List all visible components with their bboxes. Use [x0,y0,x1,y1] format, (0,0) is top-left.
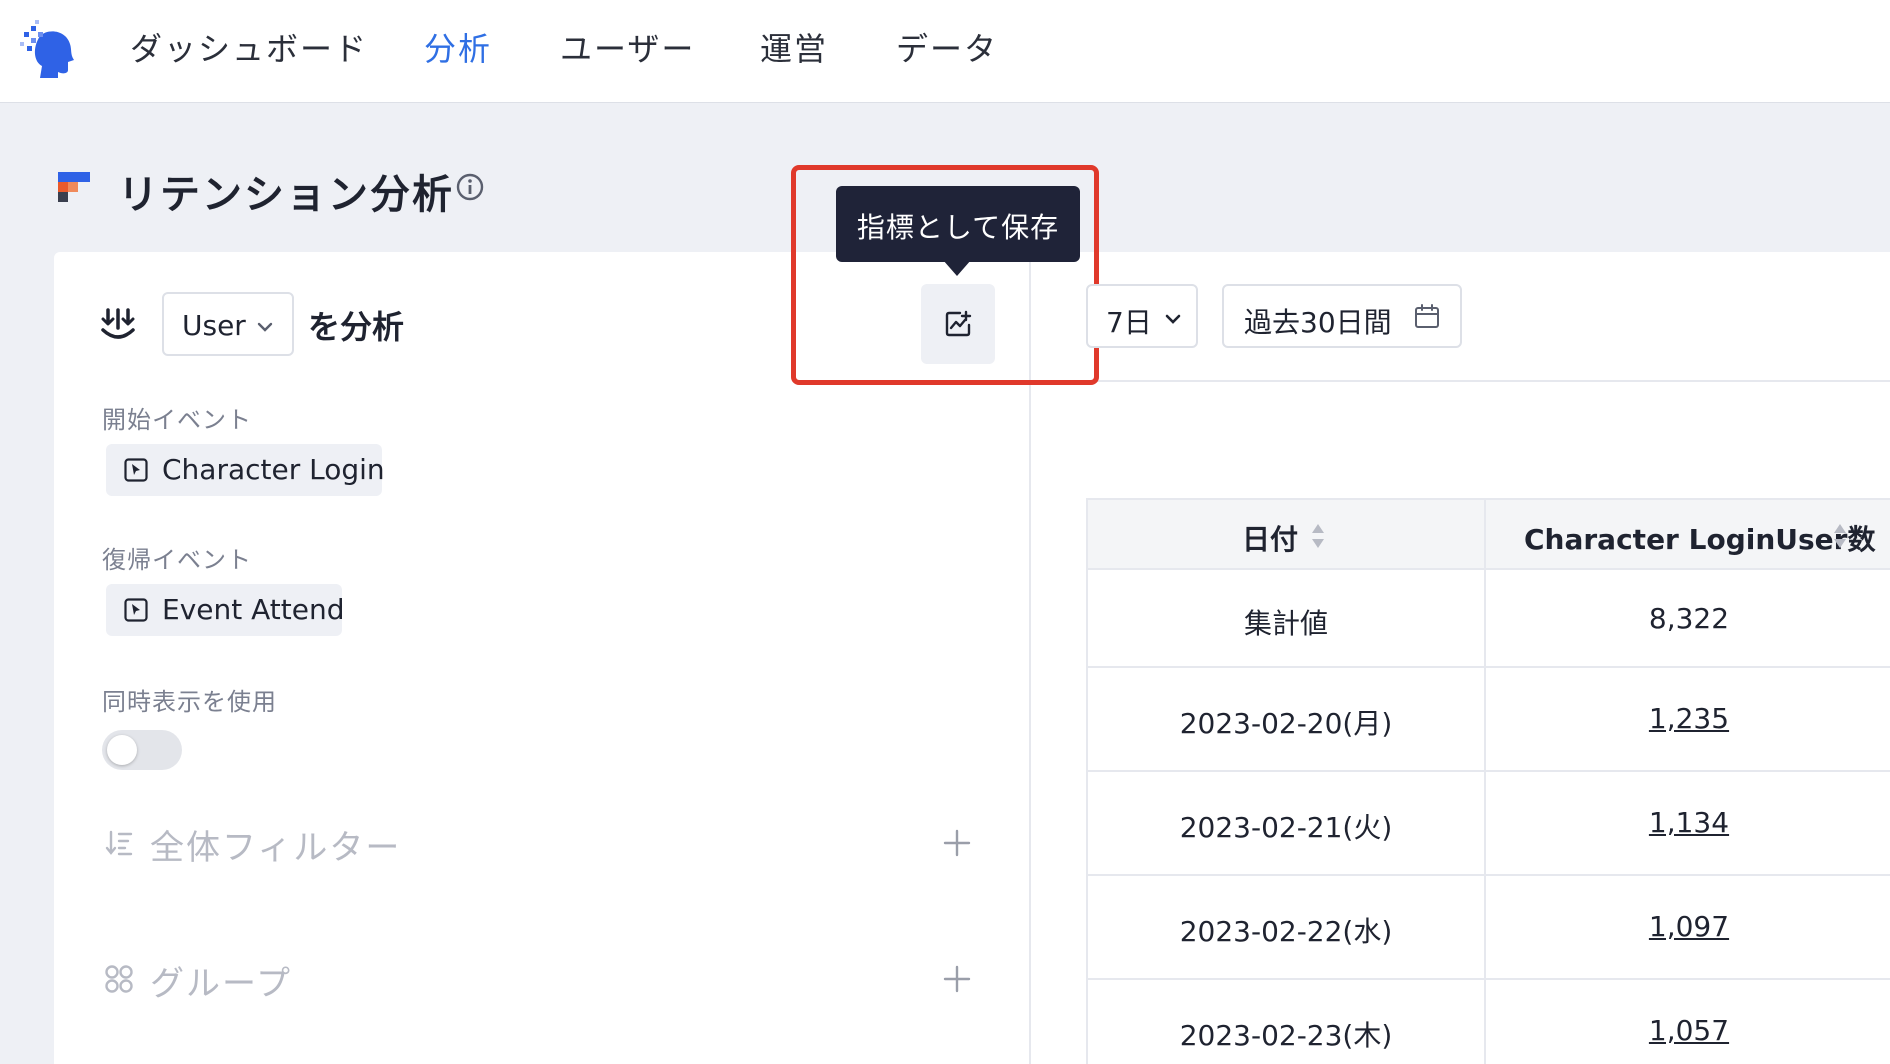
simultaneous-display-toggle[interactable] [102,730,182,770]
sort-filter-icon [105,830,133,856]
event-cursor-icon [124,458,148,482]
return-event-name: Event Attend [162,593,345,626]
row-date: 2023-02-22(水) [1179,915,1393,948]
nav-item-data[interactable]: データ [896,24,998,70]
entity-select-value: User [182,309,246,342]
row-date: 2023-02-20(月) [1179,707,1393,740]
row-value-link[interactable]: 1,235 [1486,702,1890,735]
simultaneous-display-label: 同時表示を使用 [102,688,277,716]
chevron-down-icon [257,322,273,332]
date-range-value: 過去30日間 [1244,306,1392,339]
row-date: 2023-02-21(火) [1179,811,1393,844]
start-event-chip[interactable]: Character Login [106,444,385,496]
table-row: 2023-02-23(木) 1,057 [1088,980,1890,1064]
row-value-link[interactable]: 1,097 [1486,910,1890,943]
toggle-knob [107,735,137,765]
table-header-date[interactable]: 日付 [1088,500,1484,570]
nav-item-users[interactable]: ユーザー [560,24,695,70]
row-value-link[interactable]: 1,057 [1486,1014,1890,1047]
row-date: 2023-02-23(木) [1179,1019,1393,1052]
entity-select[interactable]: User [162,292,294,356]
return-event-chip[interactable]: Event Attend [106,584,345,636]
retention-table: 日付 Character LoginUser数 集計値 8,322 2023-0… [1086,498,1890,1064]
group-grid-icon [105,965,133,993]
calendar-icon [1415,304,1439,328]
nav-item-operations[interactable]: 運営 [760,24,828,70]
page-title: リテンション分析 [118,172,454,218]
sort-icon [1834,524,1846,548]
chevron-down-icon [1165,314,1181,324]
merge-arrows-icon [101,308,135,339]
interval-select[interactable]: 7日 [1086,284,1198,348]
retention-report-icon [58,172,90,202]
info-icon[interactable] [456,173,484,201]
row-date: 集計値 [1243,607,1328,640]
analyze-label: を分析 [308,308,405,346]
start-event-name: Character Login [162,453,385,486]
return-event-label: 復帰イベント [102,546,252,574]
annotation-highlight-box [791,165,1099,385]
global-filter-label: 全体フィルター [150,828,402,868]
table-row: 2023-02-22(水) 1,097 [1088,876,1890,980]
table-header-user-count[interactable]: Character LoginUser数 [1486,500,1890,570]
top-nav-bar: ダッシュボード 分析 ユーザー 運営 データ [0,0,1890,103]
interval-value: 7日 [1106,306,1152,339]
row-value: 8,322 [1648,602,1730,635]
add-group-plus-icon[interactable] [942,964,972,994]
event-cursor-icon [124,598,148,622]
brain-logo-icon[interactable] [18,20,76,78]
sort-icon [1312,524,1324,548]
date-range-picker[interactable]: 過去30日間 [1222,284,1462,348]
add-filter-plus-icon[interactable] [942,828,972,858]
row-value-link[interactable]: 1,134 [1486,806,1890,839]
header-label: Character LoginUser数 [1524,523,1876,556]
nav-item-analysis[interactable]: 分析 [424,24,492,70]
table-row: 2023-02-20(月) 1,235 [1088,668,1890,772]
header-label: 日付 [1242,523,1299,556]
toolbar-divider [1086,380,1890,382]
table-row: 集計値 8,322 [1088,570,1890,668]
nav-item-dashboard[interactable]: ダッシュボード [130,24,368,70]
start-event-label: 開始イベント [102,406,252,434]
group-label: グループ [150,964,292,1004]
table-row: 2023-02-21(火) 1,134 [1088,772,1890,876]
